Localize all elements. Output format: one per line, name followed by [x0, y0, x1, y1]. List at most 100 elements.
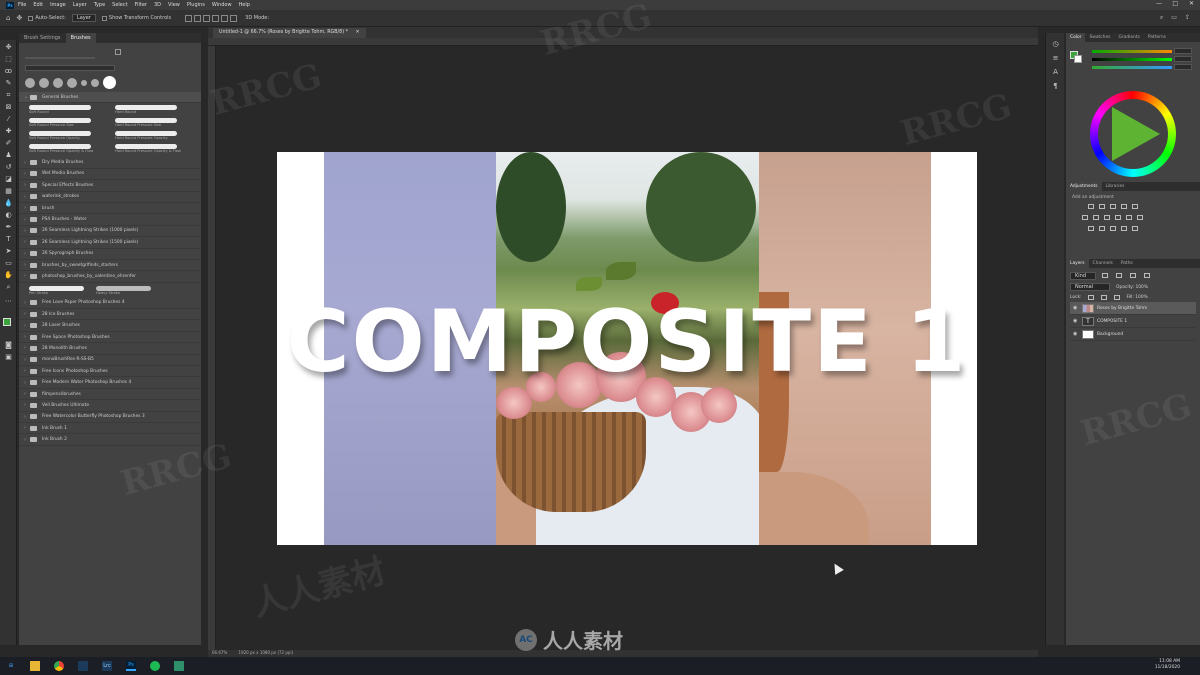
brush-folder[interactable]: › Ink Brush 1	[19, 423, 201, 435]
brush-folder[interactable]: › 26 Spyrograph Brushes	[19, 249, 201, 260]
zoom-level[interactable]: 66.67%	[212, 650, 227, 655]
brush-folder[interactable]: › Free Space Photoshop Brushes	[19, 332, 201, 344]
close-tab-icon[interactable]: ✕	[356, 30, 360, 35]
blend-mode-dropdown[interactable]: Normal	[1070, 283, 1110, 291]
history-brush-tool-icon[interactable]: ↺	[3, 162, 14, 172]
clone-stamp-tool-icon[interactable]: ♟	[3, 150, 14, 160]
spotify-icon[interactable]	[150, 661, 160, 671]
brush-group-general[interactable]: ⌄ General Brushes	[19, 92, 201, 104]
new-brush-icon[interactable]	[115, 49, 121, 55]
brush-preset[interactable]: Soft Round Pressure Opacity	[29, 131, 105, 142]
tab-libraries[interactable]: Libraries	[1102, 182, 1129, 191]
color-balance-icon[interactable]	[1093, 215, 1099, 220]
tab-channels[interactable]: Channels	[1089, 259, 1117, 268]
curves-icon[interactable]	[1110, 204, 1116, 209]
pen-tool-icon[interactable]: ✒	[3, 222, 14, 232]
brush-tip[interactable]	[39, 77, 49, 88]
channel-mixer-icon[interactable]	[1126, 215, 1132, 220]
brush-folder[interactable]: › Special Effects Brushes	[19, 180, 201, 192]
align-bottom-icon[interactable]	[230, 14, 238, 22]
history-panel-icon[interactable]: ◷	[1050, 39, 1061, 49]
screen-mode-icon[interactable]: ▣	[3, 352, 14, 362]
color-wheel[interactable]	[1090, 91, 1176, 177]
lightroom-icon[interactable]	[78, 661, 88, 671]
align-center-icon[interactable]	[194, 14, 202, 22]
brush-tip[interactable]	[81, 79, 87, 86]
align-middle-icon[interactable]	[221, 14, 229, 22]
search-icon[interactable]: ⌕	[1160, 14, 1163, 22]
system-clock[interactable]: 11:08 AM 11/18/2020	[1155, 659, 1180, 671]
brush-preset[interactable]: Hard Round	[115, 105, 191, 116]
more-tools-icon[interactable]: ⋯	[3, 296, 14, 306]
healing-brush-tool-icon[interactable]: ✚	[3, 126, 14, 136]
brush-tool-icon[interactable]: ✐	[3, 138, 14, 148]
align-left-icon[interactable]	[185, 14, 193, 22]
zoom-tool-icon[interactable]: ⌕	[3, 282, 14, 292]
brush-folder[interactable]: › Free Love Paper Photoshop Brushes 4	[19, 298, 201, 310]
brush-tip[interactable]	[25, 77, 35, 88]
hand-tool-icon[interactable]: ✋	[3, 270, 14, 280]
menu-3d[interactable]: 3D	[154, 2, 161, 8]
horizontal-ruler[interactable]	[208, 38, 1038, 46]
brush-folder[interactable]: › PS4 Brushes - Water	[19, 214, 201, 226]
vibrance-icon[interactable]	[1132, 204, 1138, 209]
quick-select-tool-icon[interactable]: ✎	[3, 78, 14, 88]
layer-row[interactable]: ◉ Roses by Brigitte Tohm	[1070, 302, 1196, 315]
brush-folder[interactable]: › brushes_by_sweetgrlfinds_starters	[19, 260, 201, 272]
paragraph-panel-icon[interactable]: ¶	[1050, 81, 1061, 91]
filter-type-icon[interactable]	[1130, 273, 1136, 278]
gradient-map-icon[interactable]	[1121, 226, 1127, 231]
eraser-tool-icon[interactable]: ◪	[3, 174, 14, 184]
layer-kind-dropdown[interactable]: Kind	[1070, 271, 1096, 280]
brush-folder[interactable]: › waterink_strokes	[19, 192, 201, 203]
brush-folder[interactable]: › brush	[19, 203, 201, 215]
brush-folder[interactable]: › 26 Seamless Lightning Strikes (1500 pix…	[19, 237, 201, 249]
slider-value[interactable]	[1174, 48, 1192, 54]
filter-adjustment-icon[interactable]	[1116, 273, 1122, 278]
brush-folder[interactable]: › 28 Ice Brushes	[19, 309, 201, 321]
brush-tip[interactable]	[67, 77, 77, 88]
brush-preset[interactable]: Hard Round Pressure Opacity	[115, 131, 191, 142]
tab-brush-settings[interactable]: Brush Settings	[19, 33, 66, 43]
brush-folder[interactable]: › Free Watercolor Butterfly Photoshop Bru…	[19, 412, 201, 423]
menu-window[interactable]: Window	[212, 2, 232, 8]
shape-tool-icon[interactable]: ▭	[3, 258, 14, 268]
brush-preset[interactable]: Hard Round Pressure Size	[115, 118, 191, 129]
tab-swatches[interactable]: Swatches	[1085, 33, 1114, 42]
share-icon[interactable]: ⇪	[1185, 14, 1190, 22]
brush-tip[interactable]	[53, 77, 63, 88]
photoshop-taskbar-icon[interactable]: Ps	[126, 661, 136, 671]
brush-folder[interactable]: › photoshop_brushes_by_valentine_ehrenfer	[19, 271, 201, 283]
visibility-eye-icon[interactable]: ◉	[1073, 318, 1078, 324]
color-lookup-icon[interactable]	[1137, 215, 1143, 220]
brush-folder[interactable]: › Free Icons Photoshop Brushes	[19, 366, 201, 378]
gradient-tool-icon[interactable]: ▦	[3, 186, 14, 196]
tab-paths[interactable]: Paths	[1117, 259, 1137, 268]
brush-preset[interactable]: Soft Round Pressure Opacity & Flow	[29, 144, 105, 155]
tab-color[interactable]: Color	[1066, 33, 1086, 42]
chrome-icon[interactable]	[54, 661, 64, 671]
foreground-color-swatch[interactable]	[3, 318, 11, 326]
size-slider[interactable]	[25, 57, 95, 59]
filter-shape-icon[interactable]	[1144, 273, 1150, 278]
brush-preset[interactable]: Heavy Stroke	[96, 285, 151, 295]
menu-layer[interactable]: Layer	[73, 2, 87, 8]
dodge-tool-icon[interactable]: ◐	[3, 210, 14, 220]
lock-position-icon[interactable]	[1100, 294, 1107, 300]
home-icon[interactable]: ⌂	[6, 14, 10, 22]
properties-panel-icon[interactable]: ≡	[1050, 53, 1061, 63]
mail-icon[interactable]	[174, 661, 184, 671]
brush-preset[interactable]: Soft Round	[29, 105, 105, 116]
lock-all-icon[interactable]	[1113, 294, 1120, 300]
menu-select[interactable]: Select	[112, 2, 127, 8]
show-transform-checkbox[interactable]: Show Transform Controls	[101, 15, 171, 21]
brush-preset[interactable]: Pen Stroke	[29, 285, 84, 295]
auto-select-dropdown[interactable]: Layer	[71, 14, 96, 22]
document-tab[interactable]: Untitled-1 @ 66.7% (Roses by Brigitte To…	[213, 28, 366, 38]
workspace-icon[interactable]: ▭	[1171, 14, 1177, 22]
photo-filter-icon[interactable]	[1115, 215, 1121, 220]
posterize-icon[interactable]	[1099, 226, 1105, 231]
tab-adjustments[interactable]: Adjustments	[1066, 182, 1102, 191]
tab-gradients[interactable]: Gradients	[1114, 33, 1143, 42]
opacity-field[interactable]: Opacity: 100%	[1116, 285, 1148, 290]
